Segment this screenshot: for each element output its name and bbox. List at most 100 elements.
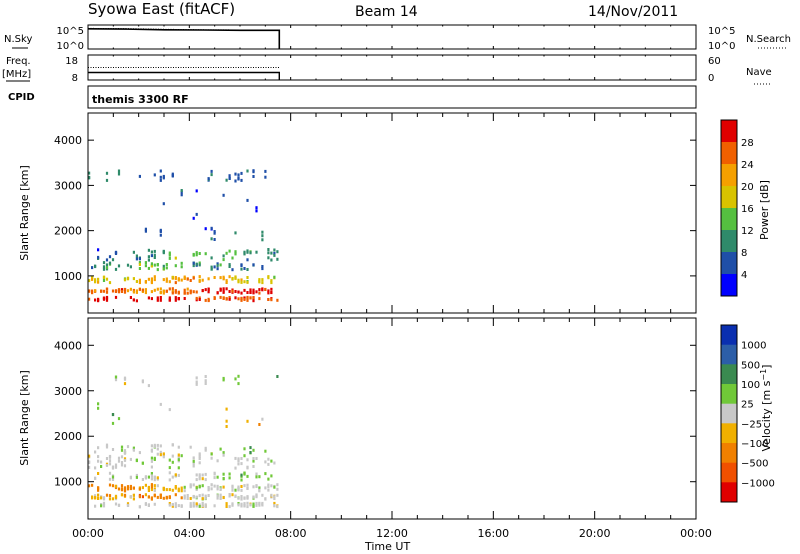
power-colorbar-segment [721,274,737,297]
power-cell [126,276,130,280]
velocity-cell [156,452,159,456]
power-cell [108,255,112,259]
velocity-colorbar-segment [721,423,737,444]
power-cell [267,275,270,279]
velocity-cell [150,497,153,501]
power-cell [246,250,249,254]
power-cell [153,278,156,282]
velocity-cell [144,493,147,497]
velocity-cell [219,447,222,451]
power-colorbar-segment [721,252,737,275]
power-cell [222,289,225,293]
power-cell [186,287,189,291]
power-cell [216,264,219,268]
power-cell [105,171,109,175]
velocity-cell [171,454,174,458]
power-cell [147,255,150,259]
velocity-y-tick-label: 3000 [54,385,82,398]
velocity-colorbar-segment [721,403,737,424]
velocity-cell [111,465,115,469]
power-cell [246,291,249,294]
power-cell [246,258,249,262]
power-cell [240,178,243,182]
power-cell [267,248,270,251]
velocity-cell [105,493,109,497]
velocity-cell [159,402,162,406]
velocity-cell [255,503,258,507]
power-cell [97,280,100,284]
power-cell [258,280,261,284]
velocity-cell [222,485,225,489]
velocity-cell [261,503,264,507]
noise-panel: N.Sky 10^5 10^0 10^5 10^0 N.Search [4,24,791,52]
velocity-y-tick-label: 2000 [54,430,82,443]
power-cell [210,226,213,230]
velocity-cell [153,494,156,498]
velocity-cell [153,458,156,461]
power-cell [162,251,165,255]
velocity-cell [129,487,132,491]
velocity-cell [252,448,255,452]
velocity-cell [174,473,177,477]
noise-left-label: N.Sky [4,34,32,45]
power-cell [228,177,231,180]
power-cell [216,267,219,271]
velocity-panel: 1000 2000 3000 4000 Slant Range [km] 1000 50… [18,317,775,520]
power-cell [94,280,97,284]
power-cell [174,296,177,300]
power-cell [180,265,183,269]
velocity-cell [267,483,270,487]
power-cell [246,276,249,279]
power-cell [138,257,141,261]
velocity-cell [168,478,171,482]
power-cell [228,265,231,268]
velocity-cell [123,449,127,453]
velocity-cell [132,493,135,497]
velocity-cell [168,503,171,507]
velocity-cell [249,446,252,450]
power-cell [105,277,109,281]
power-cell [261,281,264,285]
power-cell [231,277,234,280]
power-cell [138,263,141,266]
velocity-cell [189,497,192,500]
velocity-cell [240,488,243,492]
velocity-cell [228,472,231,476]
power-cell [273,253,276,257]
velocity-cell [222,376,225,380]
velocity-cell [198,504,201,508]
velocity-cell [153,475,156,479]
power-cell [192,290,195,294]
power-cell [243,280,246,284]
velocity-cell [198,485,201,489]
noise-right-label: N.Search [746,34,791,45]
velocity-cell [174,486,177,490]
power-cell [222,193,225,197]
velocity-cell [237,382,240,386]
power-cell [150,297,153,301]
velocity-cell [153,478,156,482]
power-cell [174,290,177,294]
velocity-colorbar-tick: 25 [741,400,754,411]
velocity-cell [237,503,240,507]
power-cell [252,296,255,299]
power-colorbar-tick: 28 [741,138,754,149]
velocity-y-tick-label: 4000 [54,339,82,352]
power-cell [171,173,174,177]
power-y-axis-label: Slant Range [km] [18,165,31,261]
power-colorbar-segment [721,208,737,231]
x-tick-label: 00:00 [680,527,712,540]
velocity-cell [264,497,267,501]
velocity-cell [246,501,249,505]
power-cell [222,258,225,262]
velocity-cell [213,476,216,480]
velocity-cell [207,488,210,492]
power-cell [183,297,186,300]
power-y-tick-label: 3000 [54,179,82,192]
velocity-cell [168,488,171,492]
power-cell [234,276,237,280]
power-colorbar-segment [721,120,737,143]
velocity-cell [240,502,243,506]
power-cell [97,255,100,259]
power-cell [180,189,183,192]
